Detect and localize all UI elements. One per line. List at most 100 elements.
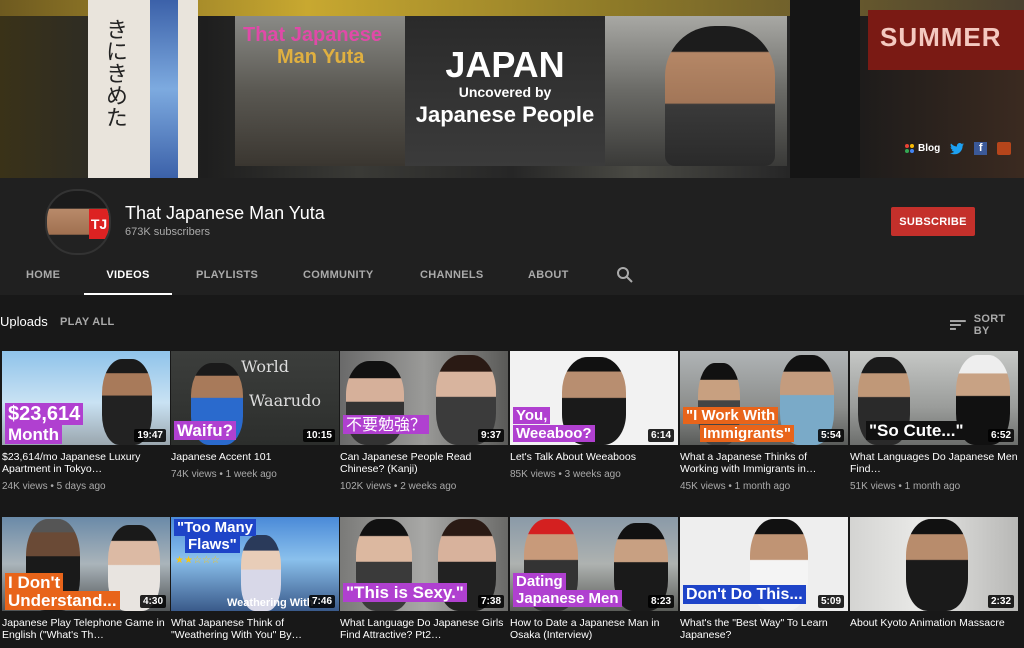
- tab-videos[interactable]: VIDEOS: [84, 258, 172, 295]
- banner-center-art: That Japanese Man Yuta JAPAN Uncovered b…: [235, 16, 787, 166]
- video-duration: 6:14: [647, 429, 674, 442]
- video-duration: 6:52: [987, 429, 1014, 442]
- video-card[interactable]: Don't Do This... 5:09 What's the "Best W…: [680, 517, 848, 641]
- video-views: 51K views: [850, 481, 896, 492]
- video-meta: 45K views • 1 month ago: [680, 481, 791, 492]
- video-thumbnail[interactable]: "So Cute..." 6:52: [850, 351, 1018, 445]
- video-card[interactable]: "Too Many Flaws" ★★☆☆☆ Weathering With 7…: [171, 517, 339, 641]
- thumbnail-person: [906, 519, 968, 611]
- channel-name: That Japanese Man Yuta: [125, 203, 325, 223]
- video-title[interactable]: Can Japanese People Read Chinese? (Kanji…: [340, 451, 508, 475]
- play-all-button[interactable]: PLAY ALL: [60, 316, 115, 328]
- video-meta: 85K views • 3 weeks ago: [510, 469, 621, 480]
- video-age: 2 weeks ago: [400, 481, 457, 492]
- video-card[interactable]: "I Work With Immigrants" 5:54 What a Jap…: [680, 351, 848, 492]
- subscribe-button[interactable]: SUBSCRIBE: [891, 207, 975, 236]
- tab-about[interactable]: ABOUT: [528, 258, 568, 293]
- video-thumbnail[interactable]: $23,614 Month 19:47: [2, 351, 170, 445]
- video-title[interactable]: What a Japanese Thinks of Working with I…: [680, 451, 848, 475]
- tab-playlists[interactable]: PLAYLISTS: [196, 258, 258, 293]
- tab-community[interactable]: COMMUNITY: [303, 258, 373, 293]
- video-caption: You,: [513, 407, 551, 424]
- banner-headline: JAPAN: [445, 44, 565, 85]
- video-thumbnail[interactable]: "This is Sexy." 7:38: [340, 517, 508, 611]
- other-social-icon[interactable]: [997, 142, 1012, 155]
- video-title[interactable]: What Language Do Japanese Girls Find Att…: [340, 617, 508, 641]
- sort-by-button[interactable]: SORT BY: [950, 313, 1024, 337]
- avatar[interactable]: TJ: [45, 189, 111, 255]
- banner-right-sign-text: SUMMER: [880, 22, 1002, 52]
- banner-person: [665, 26, 775, 166]
- video-caption-line2: Immigrants": [700, 425, 794, 442]
- video-card[interactable]: "This is Sexy." 7:38 What Language Do Ja…: [340, 517, 508, 641]
- video-caption: "This is Sexy.": [343, 583, 467, 602]
- video-card[interactable]: $23,614 Month 19:47 $23,614/mo Japanese …: [2, 351, 170, 492]
- video-age: 3 weeks ago: [564, 469, 621, 480]
- tab-home[interactable]: HOME: [26, 258, 60, 293]
- video-duration: 9:37: [477, 429, 504, 442]
- video-caption: "I Work With: [683, 407, 779, 424]
- video-thumbnail[interactable]: You, Weeaboo? 6:14: [510, 351, 678, 445]
- video-age: 1 month ago: [734, 481, 791, 492]
- video-caption: "Too Many: [174, 519, 256, 536]
- video-card[interactable]: Dating Japanese Men 8:23 How to Date a J…: [510, 517, 678, 641]
- video-caption: $23,614: [5, 403, 84, 425]
- blog-icon: [905, 144, 914, 153]
- banner-brand: That Japanese Man Yuta: [243, 24, 382, 68]
- video-card[interactable]: World Waarudo Waifu? 10:15 Japanese Acce…: [171, 351, 339, 480]
- video-title[interactable]: What's the "Best Way" To Learn Japanese?: [680, 617, 848, 641]
- video-duration: 2:32: [987, 595, 1014, 608]
- video-title[interactable]: $23,614/mo Japanese Luxury Apartment in …: [2, 451, 170, 475]
- video-card[interactable]: You, Weeaboo? 6:14 Let's Talk About Weea…: [510, 351, 678, 480]
- video-title[interactable]: About Kyoto Animation Massacre: [850, 617, 1018, 641]
- video-caption: Waifu?: [174, 421, 237, 440]
- video-age: 5 days ago: [56, 481, 106, 492]
- facebook-icon[interactable]: f: [974, 142, 988, 155]
- video-thumbnail[interactable]: 2:32: [850, 517, 1018, 611]
- channel-header: TJ That Japanese Man Yuta 673K subscribe…: [0, 178, 1024, 295]
- banner-brand-line2: Man Yuta: [277, 46, 365, 68]
- video-thumbnail[interactable]: "Too Many Flaws" ★★☆☆☆ Weathering With 7…: [171, 517, 339, 611]
- video-caption: "So Cute...": [866, 421, 967, 440]
- channel-banner: きにきめた SUMMER That Japanese Man Yuta JAPA…: [0, 0, 1024, 178]
- video-duration: 5:54: [817, 429, 844, 442]
- video-title[interactable]: What Languages Do Japanese Men Find…: [850, 451, 1018, 475]
- video-caption: I Don't: [5, 573, 64, 592]
- video-card[interactable]: 2:32 About Kyoto Animation Massacre: [850, 517, 1018, 641]
- video-duration: 19:47: [134, 429, 166, 442]
- video-thumbnail[interactable]: "I Work With Immigrants" 5:54: [680, 351, 848, 445]
- video-thumbnail[interactable]: I Don't Understand... 4:30: [2, 517, 170, 611]
- video-title[interactable]: How to Date a Japanese Man in Osaka (Int…: [510, 617, 678, 641]
- video-thumbnail[interactable]: World Waarudo Waifu? 10:15: [171, 351, 339, 445]
- video-caption-line2: Weeaboo?: [513, 425, 595, 442]
- video-caption-line2: Flaws": [185, 536, 240, 553]
- twitter-icon[interactable]: [950, 142, 965, 155]
- video-caption: Don't Do This...: [683, 585, 806, 604]
- search-icon[interactable]: [616, 266, 636, 286]
- video-title[interactable]: What Japanese Think of "Weathering With …: [171, 617, 339, 641]
- banner-tagline: Japanese People: [415, 102, 595, 127]
- banner-brand-line1: That Japanese: [243, 24, 382, 46]
- video-card[interactable]: I Don't Understand... 4:30 Japanese Play…: [2, 517, 170, 641]
- video-views: 24K views: [2, 481, 48, 492]
- banner-links: Blog f: [905, 142, 1012, 155]
- banner-sign-blue-panel: [150, 0, 178, 178]
- avatar-badge: TJ: [89, 209, 109, 239]
- video-meta: 74K views • 1 week ago: [171, 469, 277, 480]
- tab-channels[interactable]: CHANNELS: [420, 258, 483, 293]
- banner-right-sign: SUMMER: [868, 10, 1024, 70]
- subscriber-count: 673K subscribers: [125, 226, 210, 238]
- video-thumbnail[interactable]: Dating Japanese Men 8:23: [510, 517, 678, 611]
- video-card[interactable]: "So Cute..." 6:52 What Languages Do Japa…: [850, 351, 1018, 492]
- uploads-label: Uploads: [0, 314, 48, 329]
- banner-japanese-sign: きにきめた: [88, 0, 198, 178]
- video-thumbnail[interactable]: 不要勉強？ 9:37: [340, 351, 508, 445]
- video-title[interactable]: Japanese Play Telephone Game in English …: [2, 617, 170, 641]
- blog-link[interactable]: Blog: [905, 143, 940, 154]
- video-card[interactable]: 不要勉強？ 9:37 Can Japanese People Read Chin…: [340, 351, 508, 492]
- video-caption: 不要勉強？: [343, 415, 430, 434]
- video-views: 45K views: [680, 481, 726, 492]
- thumbnail-subtext: Weathering With: [227, 597, 314, 609]
- video-meta: 51K views • 1 month ago: [850, 481, 961, 492]
- video-thumbnail[interactable]: Don't Do This... 5:09: [680, 517, 848, 611]
